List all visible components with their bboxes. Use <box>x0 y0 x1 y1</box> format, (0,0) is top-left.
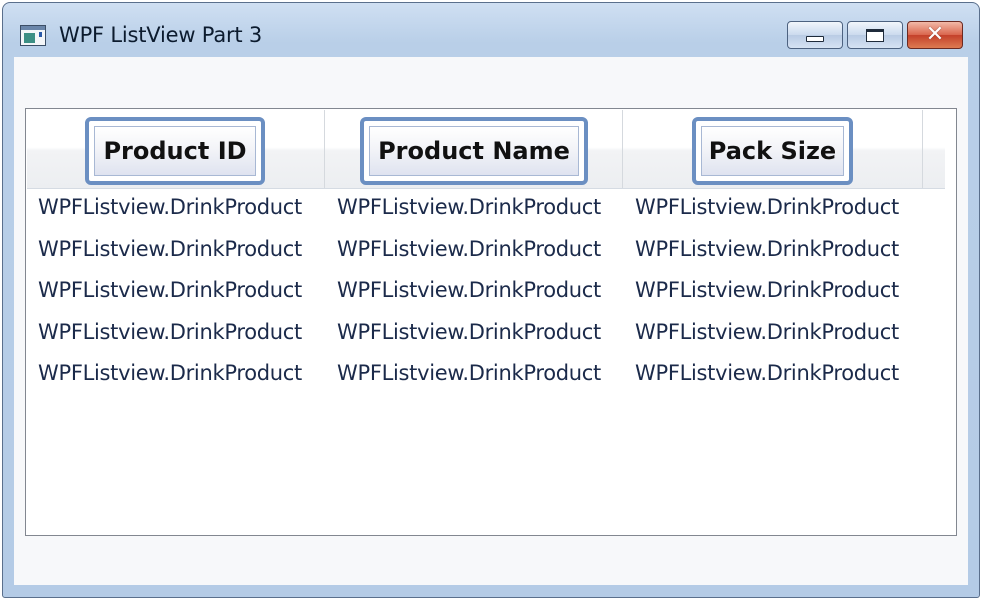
column-header-label: Pack Size <box>708 137 837 165</box>
cell-pack-size: WPFListview.DrinkProduct <box>635 319 899 344</box>
maximize-button[interactable] <box>847 21 903 49</box>
minimize-button[interactable] <box>787 21 843 49</box>
cell-product-id: WPFListview.DrinkProduct <box>38 236 302 261</box>
app-window: WPF ListView Part 3 ✕ Product ID Product… <box>2 2 980 598</box>
maximize-icon <box>866 28 884 42</box>
column-divider[interactable] <box>324 110 325 188</box>
cell-pack-size: WPFListview.DrinkProduct <box>635 195 899 219</box>
cell-product-name: WPFListview.DrinkProduct <box>337 236 601 261</box>
column-divider[interactable] <box>622 110 623 188</box>
listview-rows: WPFListview.DrinkProduct WPFListview.Dri… <box>27 189 945 397</box>
column-header-label: Product ID <box>103 137 247 165</box>
table-row[interactable]: WPFListview.DrinkProduct WPFListview.Dri… <box>27 231 945 273</box>
cell-product-id: WPFListview.DrinkProduct <box>38 278 302 302</box>
column-header-label: Product Name <box>378 137 570 165</box>
cell-product-name: WPFListview.DrinkProduct <box>337 278 601 302</box>
table-row[interactable]: WPFListview.DrinkProduct WPFListview.Dri… <box>27 314 945 356</box>
window-title: WPF ListView Part 3 <box>59 23 263 47</box>
close-button[interactable]: ✕ <box>907 21 963 49</box>
window-client-area: Product ID Product Name Pack Size WPFLis… <box>14 57 968 585</box>
cell-pack-size: WPFListview.DrinkProduct <box>635 361 899 385</box>
column-header-product-id[interactable]: Product ID <box>85 117 265 185</box>
column-divider[interactable] <box>922 110 923 188</box>
table-row[interactable]: WPFListview.DrinkProduct WPFListview.Dri… <box>27 272 945 314</box>
cell-pack-size: WPFListview.DrinkProduct <box>635 236 899 261</box>
table-row[interactable]: WPFListview.DrinkProduct WPFListview.Dri… <box>27 189 945 231</box>
close-icon: ✕ <box>925 22 945 47</box>
title-bar[interactable]: WPF ListView Part 3 ✕ <box>3 3 979 57</box>
cell-product-id: WPFListview.DrinkProduct <box>38 319 302 344</box>
column-header-pack-size[interactable]: Pack Size <box>692 117 853 185</box>
product-listview[interactable]: Product ID Product Name Pack Size WPFLis… <box>25 108 957 536</box>
listview-header: Product ID Product Name Pack Size <box>27 110 945 189</box>
minimize-icon <box>806 36 824 42</box>
cell-product-name: WPFListview.DrinkProduct <box>337 319 601 344</box>
cell-product-id: WPFListview.DrinkProduct <box>38 195 302 219</box>
column-header-product-name[interactable]: Product Name <box>360 117 588 185</box>
app-window-icon[interactable] <box>20 25 46 46</box>
cell-product-id: WPFListview.DrinkProduct <box>38 361 302 385</box>
cell-pack-size: WPFListview.DrinkProduct <box>635 278 899 302</box>
cell-product-name: WPFListview.DrinkProduct <box>337 195 601 219</box>
cell-product-name: WPFListview.DrinkProduct <box>337 361 601 385</box>
table-row[interactable]: WPFListview.DrinkProduct WPFListview.Dri… <box>27 355 945 397</box>
